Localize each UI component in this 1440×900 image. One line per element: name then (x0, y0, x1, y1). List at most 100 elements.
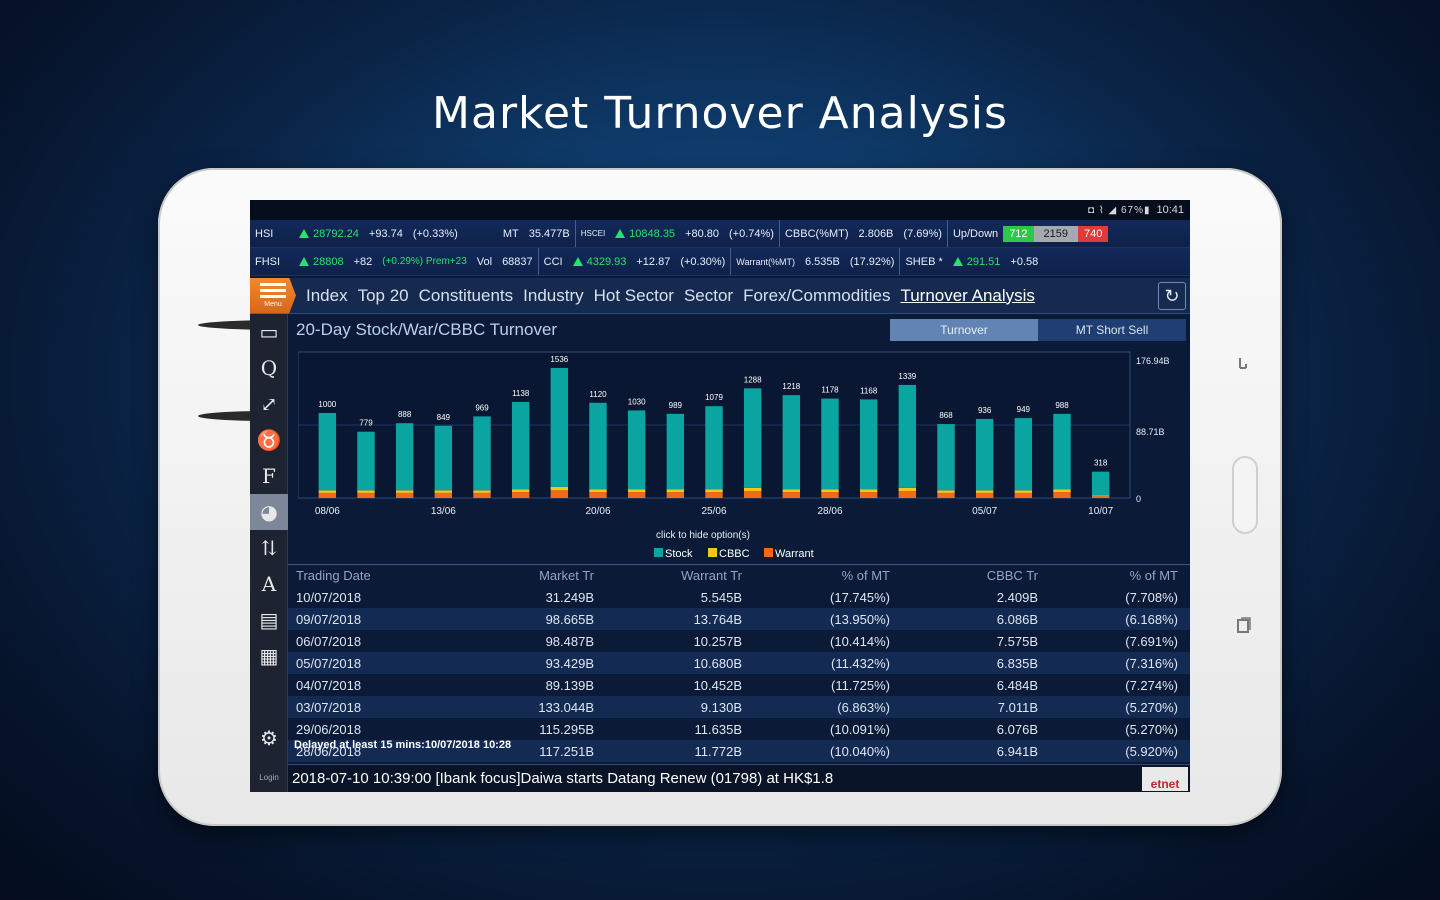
bar-cbbc (743, 487, 762, 492)
chart-icon[interactable]: ⤢ (250, 386, 288, 422)
bar-cbbc (782, 489, 801, 493)
bar-cbbc (1014, 490, 1033, 493)
bar-stock (1091, 471, 1110, 496)
table-cell: 6.941B (996, 743, 1038, 759)
legend-label-stock: Stock (665, 548, 693, 560)
gear-icon[interactable]: ⚙ (250, 720, 288, 756)
ticker-row-1[interactable]: HSI 28792.24 +93.74 (+0.33%) MT 35.477B … (250, 220, 1190, 248)
news-icon[interactable]: ▤ (250, 602, 288, 638)
quote-icon[interactable]: Q (250, 350, 288, 386)
table-row[interactable]: 09/07/2018 98.665B 13.764B (13.950%) 6.086B (… (288, 608, 1190, 630)
exchange-icon[interactable]: ⇅ (250, 530, 288, 566)
ah-shares-icon[interactable]: A (250, 566, 288, 602)
mt-label: MT (502, 227, 519, 240)
col-trading-date[interactable]: Trading Date (288, 568, 458, 583)
bar-warrant (550, 490, 569, 498)
menu-icon (260, 283, 286, 286)
table-cell: (7.708%) (1125, 589, 1178, 605)
tab-sector[interactable]: Sector (684, 286, 733, 306)
table-cell: (10.091%) (830, 721, 890, 737)
bar-value-label: 318 (1094, 459, 1108, 468)
bar-cbbc (821, 489, 839, 493)
bar-cbbc (1053, 489, 1071, 493)
tab-hot-sector[interactable]: Hot Sector (594, 286, 674, 306)
bar-value-label: 936 (978, 406, 992, 415)
col-cbbc-tr[interactable]: CBBC Tr (890, 568, 1038, 583)
back-key-icon[interactable] (1234, 354, 1254, 374)
updown-label: Up/Down (946, 220, 1003, 247)
tab-index[interactable]: Index (306, 286, 348, 306)
table-cell: 04/07/2018 (296, 677, 362, 693)
col-market-tr[interactable]: Market Tr (458, 568, 594, 583)
col-warrant-tr[interactable]: Warrant Tr (594, 568, 742, 583)
bar-cbbc (318, 490, 337, 493)
fhsi-change: +82 (353, 255, 373, 268)
hscei-value: 10848.35 (610, 228, 680, 240)
login-label[interactable]: Login (250, 773, 288, 782)
tab-top-20[interactable]: Top 20 (358, 286, 409, 306)
up-arrow-icon (572, 257, 583, 267)
table-cell: (7.274%) (1125, 677, 1178, 693)
bar-stock (473, 416, 491, 491)
bar-cbbc (550, 486, 569, 491)
bar-cbbc (357, 490, 375, 493)
sheb-value: 291.51 (948, 256, 1006, 268)
table-row[interactable]: 03/07/2018 133.044B 9.130B (6.863%) 7.011B (5… (288, 696, 1190, 718)
bar-value-label: 1079 (705, 393, 723, 402)
table-row[interactable]: 10/07/2018 31.249B 5.545B (17.745%) 2.409B (7… (288, 586, 1190, 608)
table-cell: 10.257B (693, 633, 742, 649)
table-cell: 6.076B (996, 721, 1038, 737)
panel-title: 20-Day Stock/War/CBBC Turnover (296, 320, 558, 339)
y-tick-label: 88.71B (1136, 427, 1165, 437)
market-pie-icon[interactable]: ◕ (250, 494, 288, 530)
table-row[interactable]: 04/07/2018 89.139B 10.452B (11.725%) 6.484B (… (288, 674, 1190, 696)
recent-apps-key-icon[interactable] (1236, 616, 1252, 634)
bull-bear-icon[interactable]: ♉ (250, 422, 288, 458)
ticker-row-2[interactable]: FHSI 28808 +82 (+0.29%) Prem+23 Vol 6883… (250, 248, 1190, 276)
mt-value: 35.477B (528, 227, 570, 240)
table-cell: 10/07/2018 (296, 589, 362, 605)
table-row[interactable]: 06/07/2018 98.487B 10.257B (10.414%) 7.575B (… (288, 630, 1190, 652)
table-row[interactable]: 29/06/2018 115.295B 11.635B (10.091%) 6.076B… (288, 718, 1190, 740)
bar-value-label: 779 (359, 419, 373, 428)
bar-stock (1053, 413, 1071, 490)
home-button[interactable] (1232, 456, 1258, 534)
news-headline[interactable]: 2018-07-10 10:39:00 [Ibank focus]Daiwa s… (292, 770, 833, 787)
col-cbbc-pct[interactable]: % of MT (1038, 568, 1184, 583)
table-row[interactable]: 05/07/2018 93.429B 10.680B (11.432%) 6.835B (… (288, 652, 1190, 674)
bar-cbbc (395, 490, 414, 493)
bar-warrant (1091, 496, 1110, 498)
up-arrow-icon (299, 229, 309, 239)
calendar-icon[interactable]: ▦ (250, 638, 288, 674)
table-cell: 05/07/2018 (296, 655, 362, 671)
tab-turnover-analysis[interactable]: Turnover Analysis (900, 286, 1034, 306)
bar-value-label: 989 (669, 401, 683, 410)
bar-cbbc (666, 489, 685, 493)
tab-forex-commodities[interactable]: Forex/Commodities (743, 286, 890, 306)
table-cell: 93.429B (545, 655, 594, 671)
portfolio-icon[interactable]: ▭ (250, 314, 288, 350)
y-tick-label: 0 (1136, 494, 1141, 504)
bar-cbbc (898, 487, 917, 492)
col-warrant-pct[interactable]: % of MT (742, 568, 890, 583)
refresh-icon[interactable]: ↻ (1158, 282, 1186, 310)
tab-mt-short-sell[interactable]: MT Short Sell (1038, 319, 1186, 341)
table-cell: (5.270%) (1125, 699, 1178, 715)
bar-warrant (511, 492, 530, 498)
news-ticker[interactable]: 2018-07-10 10:39:00 [Ibank focus]Daiwa s… (288, 764, 1190, 792)
menu-button[interactable]: Menu (250, 277, 296, 314)
table-cell: 03/07/2018 (296, 699, 362, 715)
bar-value-label: 1168 (860, 386, 878, 395)
table-cell: (7.316%) (1125, 655, 1178, 671)
vol-label: Vol (476, 255, 493, 268)
table-cell: (6.863%) (837, 699, 890, 715)
futures-icon[interactable]: F (250, 458, 288, 494)
tab-turnover[interactable]: Turnover (890, 319, 1038, 341)
bar-stock (821, 398, 839, 490)
bar-value-label: 1218 (782, 382, 800, 391)
bar-value-label: 1030 (628, 397, 646, 406)
tab-constituents[interactable]: Constituents (419, 286, 514, 306)
tab-industry[interactable]: Industry (523, 286, 583, 306)
hscei-label: HSCEI (574, 220, 610, 247)
hsi-change: +93.74 (368, 227, 403, 240)
